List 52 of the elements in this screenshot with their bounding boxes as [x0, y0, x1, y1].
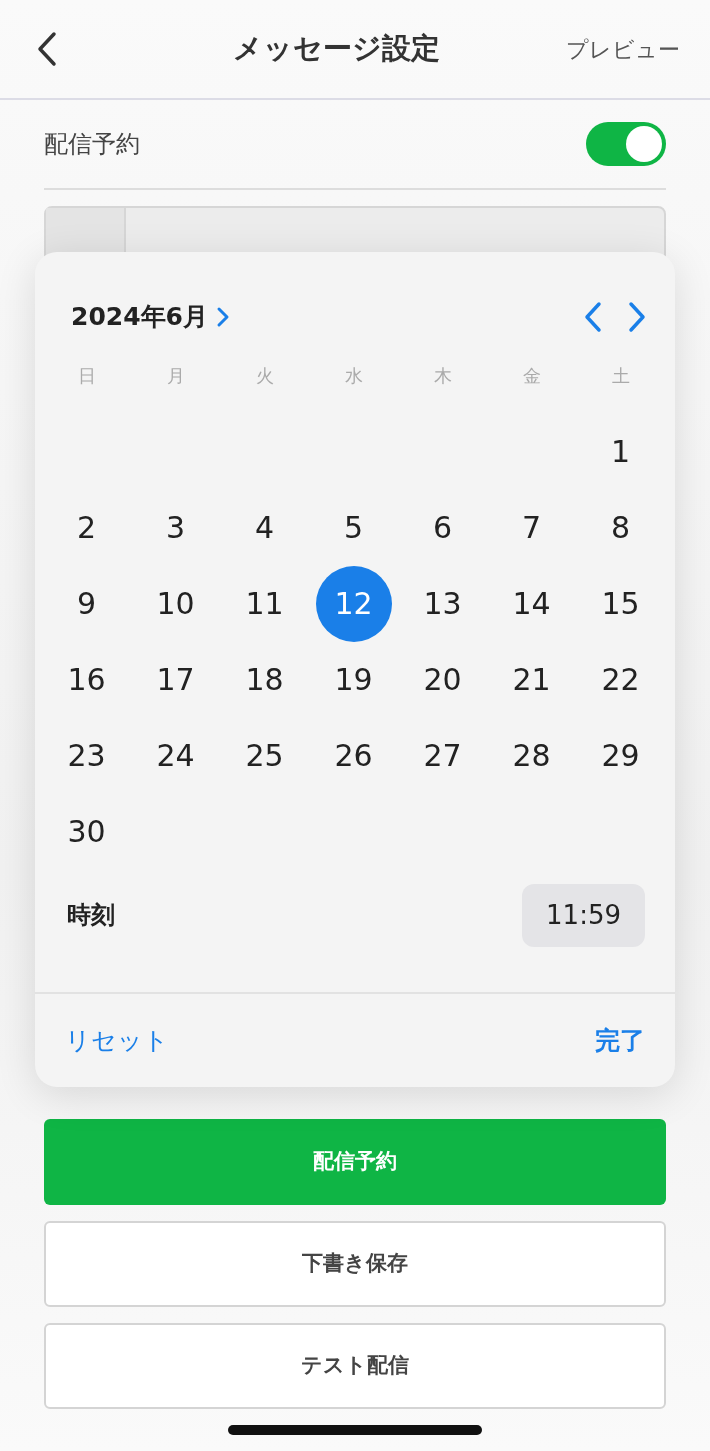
calendar-day[interactable]: 18	[226, 641, 303, 718]
calendar-day[interactable]: 20	[404, 641, 481, 718]
calendar-day[interactable]: 24	[137, 717, 214, 794]
calendar-day[interactable]: 8	[582, 489, 659, 566]
weekday-label: 火	[255, 363, 274, 388]
reset-link[interactable]: リセット	[65, 1021, 169, 1060]
page-title: メッセージ設定	[232, 30, 440, 68]
time-field[interactable]: 11:59	[522, 883, 645, 947]
calendar-day[interactable]: 25	[226, 717, 303, 794]
done-link[interactable]: 完了	[595, 1021, 645, 1060]
calendar-day[interactable]: 27	[404, 717, 481, 794]
weekday-label: 木	[433, 363, 452, 388]
calendar-day[interactable]: 14	[493, 565, 570, 642]
calendar-day[interactable]: 11	[226, 565, 303, 642]
weekday-label: 金	[522, 363, 541, 388]
weekday-label: 日	[77, 363, 96, 388]
calendar-day[interactable]: 29	[582, 717, 659, 794]
calendar-day[interactable]: 6	[404, 489, 481, 566]
toggle-switch[interactable]	[586, 122, 666, 166]
calendar-day[interactable]: 2	[48, 489, 125, 566]
setting-label: 配信予約	[44, 129, 140, 160]
time-label: 時刻	[67, 900, 115, 931]
next-month-icon[interactable]	[627, 300, 647, 333]
calendar-day[interactable]: 17	[137, 641, 214, 718]
calendar-day[interactable]: 13	[404, 565, 481, 642]
calendar-day[interactable]: 28	[493, 717, 570, 794]
calendar-day[interactable]: 3	[137, 489, 214, 566]
calendar-day[interactable]: 16	[48, 641, 125, 718]
calendar-day[interactable]: 23	[48, 717, 125, 794]
action-button[interactable]: テスト配信	[44, 1323, 666, 1409]
weekday-label: 土	[611, 363, 630, 388]
calendar-day[interactable]: 7	[493, 489, 570, 566]
action-button[interactable]: 下書き保存	[44, 1221, 666, 1307]
calendar-day[interactable]: 10	[137, 565, 214, 642]
preview-link[interactable]: プレビュー	[566, 32, 680, 66]
calendar-day[interactable]: 19	[315, 641, 392, 718]
chevron-right-icon[interactable]	[216, 305, 230, 328]
calendar-day[interactable]: 9	[48, 565, 125, 642]
previous-month-icon[interactable]	[583, 300, 603, 333]
calendar-day[interactable]: 21	[493, 641, 570, 718]
calendar-day[interactable]: 1	[582, 413, 659, 490]
calendar-day[interactable]: 15	[582, 565, 659, 642]
calendar-day[interactable]: 4	[226, 489, 303, 566]
month-label[interactable]: 2024年6月	[71, 298, 208, 336]
weekday-label: 水	[344, 363, 363, 388]
calendar-day[interactable]: 5	[315, 489, 392, 566]
calendar-day[interactable]: 22	[582, 641, 659, 718]
calendar-day[interactable]: 26	[315, 717, 392, 794]
calendar-day[interactable]: 12	[315, 565, 392, 642]
back-icon[interactable]	[36, 31, 58, 67]
weekday-label: 月	[166, 363, 185, 388]
calendar-day[interactable]: 30	[48, 793, 125, 870]
